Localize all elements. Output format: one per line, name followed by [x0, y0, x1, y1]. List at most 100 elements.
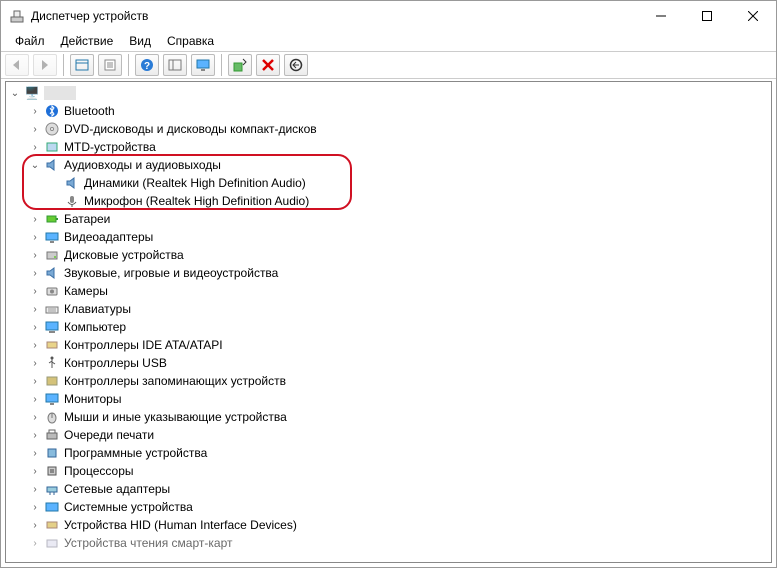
monitor-icon [44, 391, 60, 407]
chevron-right-icon[interactable]: › [28, 284, 42, 298]
computer-icon: 🖥️ [24, 85, 40, 101]
software-device-icon [44, 445, 60, 461]
keyboard-icon [44, 301, 60, 317]
node-video-adapters[interactable]: › Видеоадаптеры [6, 228, 771, 246]
usb-icon [44, 355, 60, 371]
chevron-right-icon[interactable]: › [28, 140, 42, 154]
display-adapter-icon [44, 229, 60, 245]
properties-button[interactable] [98, 54, 122, 76]
storage-controller-icon [44, 373, 60, 389]
node-bluetooth[interactable]: › Bluetooth [6, 102, 771, 120]
node-sound-game-video[interactable]: › Звуковые, игровые и видеоустройства [6, 264, 771, 282]
back-button[interactable] [5, 54, 29, 76]
root-label [44, 86, 76, 100]
camera-icon [44, 283, 60, 299]
node-monitors[interactable]: › Мониторы [6, 390, 771, 408]
node-ide-ata[interactable]: › Контроллеры IDE ATA/ATAPI [6, 336, 771, 354]
root-node[interactable]: ⌄ 🖥️ [6, 84, 771, 102]
node-smartcard[interactable]: › Устройства чтения смарт-карт [6, 534, 771, 552]
node-usb-controllers[interactable]: › Контроллеры USB [6, 354, 771, 372]
maximize-button[interactable] [684, 1, 730, 31]
controller-icon [44, 337, 60, 353]
network-icon [44, 481, 60, 497]
chevron-right-icon[interactable]: › [28, 374, 42, 388]
menu-file[interactable]: Файл [7, 32, 53, 50]
chevron-right-icon[interactable]: › [28, 356, 42, 370]
close-button[interactable] [730, 1, 776, 31]
node-speakers[interactable]: Динамики (Realtek High Definition Audio) [6, 174, 771, 192]
chevron-right-icon[interactable]: › [28, 428, 42, 442]
chevron-right-icon[interactable]: › [28, 266, 42, 280]
node-disk-devices[interactable]: › Дисковые устройства [6, 246, 771, 264]
speaker-icon [44, 265, 60, 281]
device-tree[interactable]: ⌄ 🖥️ › Bluetooth › DVD-дисководы и диско… [5, 81, 772, 563]
node-software-devices[interactable]: › Программные устройства [6, 444, 771, 462]
chevron-right-icon[interactable]: › [28, 248, 42, 262]
system-device-icon [44, 499, 60, 515]
chevron-right-icon[interactable]: › [28, 446, 42, 460]
uninstall-button[interactable] [256, 54, 280, 76]
node-mtd[interactable]: › MTD-устройства [6, 138, 771, 156]
mtd-icon [44, 139, 60, 155]
chevron-down-icon[interactable]: ⌄ [28, 158, 42, 172]
node-storage-controllers[interactable]: › Контроллеры запоминающих устройств [6, 372, 771, 390]
chevron-right-icon[interactable]: › [28, 410, 42, 424]
computer-icon [44, 319, 60, 335]
minimize-button[interactable] [638, 1, 684, 31]
monitor-button[interactable] [191, 54, 215, 76]
node-mice[interactable]: › Мыши и иные указывающие устройства [6, 408, 771, 426]
speaker-icon [44, 157, 60, 173]
node-keyboards[interactable]: › Клавиатуры [6, 300, 771, 318]
speaker-icon [64, 175, 80, 191]
menu-view[interactable]: Вид [121, 32, 159, 50]
hid-icon [44, 517, 60, 533]
view-button[interactable] [163, 54, 187, 76]
chevron-right-icon[interactable]: › [28, 212, 42, 226]
chevron-right-icon[interactable]: › [28, 104, 42, 118]
node-audio-io[interactable]: ⌄ Аудиовходы и аудиовыходы [6, 156, 771, 174]
battery-icon [44, 211, 60, 227]
chevron-right-icon[interactable]: › [28, 464, 42, 478]
disc-icon [44, 121, 60, 137]
cpu-icon [44, 463, 60, 479]
window-title: Диспетчер устройств [31, 9, 638, 23]
node-network-adapters[interactable]: › Сетевые адаптеры [6, 480, 771, 498]
node-processors[interactable]: › Процессоры [6, 462, 771, 480]
help-button[interactable]: ? [135, 54, 159, 76]
hdd-icon [44, 247, 60, 263]
chevron-right-icon[interactable]: › [28, 122, 42, 136]
node-hid[interactable]: › Устройства HID (Human Interface Device… [6, 516, 771, 534]
menu-help[interactable]: Справка [159, 32, 222, 50]
node-print-queues[interactable]: › Очереди печати [6, 426, 771, 444]
chevron-right-icon[interactable]: › [28, 338, 42, 352]
chevron-right-icon[interactable]: › [28, 482, 42, 496]
node-batteries[interactable]: › Батареи [6, 210, 771, 228]
menu-action[interactable]: Действие [53, 32, 122, 50]
disable-button[interactable] [284, 54, 308, 76]
mouse-icon [44, 409, 60, 425]
toolbar: ? [1, 51, 776, 79]
scan-hardware-button[interactable] [228, 54, 252, 76]
chevron-right-icon[interactable]: › [28, 536, 42, 550]
bluetooth-icon [44, 103, 60, 119]
chevron-down-icon[interactable]: ⌄ [8, 86, 22, 100]
svg-text:?: ? [144, 61, 150, 72]
node-system-devices[interactable]: › Системные устройства [6, 498, 771, 516]
node-dvd[interactable]: › DVD-дисководы и дисководы компакт-диск… [6, 120, 771, 138]
node-microphone[interactable]: Микрофон (Realtek High Definition Audio) [6, 192, 771, 210]
chevron-right-icon[interactable]: › [28, 500, 42, 514]
chevron-right-icon[interactable]: › [28, 302, 42, 316]
chevron-right-icon[interactable]: › [28, 230, 42, 244]
node-cameras[interactable]: › Камеры [6, 282, 771, 300]
chevron-right-icon[interactable]: › [28, 320, 42, 334]
microphone-icon [64, 193, 80, 209]
printer-icon [44, 427, 60, 443]
chevron-right-icon[interactable]: › [28, 518, 42, 532]
menubar: Файл Действие Вид Справка [1, 31, 776, 51]
node-computer[interactable]: › Компьютер [6, 318, 771, 336]
titlebar: Диспетчер устройств [1, 1, 776, 31]
chevron-right-icon[interactable]: › [28, 392, 42, 406]
forward-button[interactable] [33, 54, 57, 76]
show-hidden-button[interactable] [70, 54, 94, 76]
device-manager-icon [9, 8, 25, 24]
